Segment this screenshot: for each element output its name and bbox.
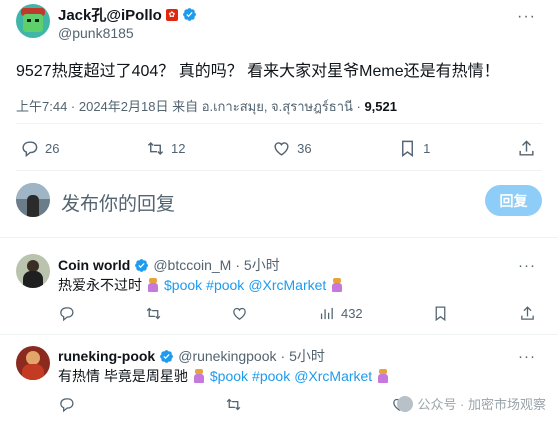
verified-badge-icon bbox=[160, 349, 174, 363]
retweet-count: 12 bbox=[171, 140, 186, 156]
bookmark-action[interactable]: 1 bbox=[398, 139, 430, 158]
reply-composer: 发布你的回复 回复 bbox=[16, 183, 542, 219]
cashtag-link[interactable]: $pook bbox=[164, 277, 202, 293]
tweet-action-bar: 26 12 36 1 bbox=[20, 137, 536, 159]
reply-action[interactable]: 26 bbox=[20, 139, 59, 158]
more-options-icon[interactable]: ··· bbox=[518, 257, 536, 274]
retweet-action[interactable]: 12 bbox=[146, 139, 186, 158]
character-emoji-icon bbox=[376, 369, 390, 383]
share-icon bbox=[521, 305, 534, 320]
reply-text: 热爱永不过时 $pook #pook @XrcMarket bbox=[58, 275, 344, 295]
author-avatar[interactable] bbox=[16, 4, 50, 38]
current-user-avatar[interactable] bbox=[16, 183, 50, 217]
tweet-timestamp[interactable]: 上午7:44 · 2024年2月18日 来自 อ.เกาะสมุย, จ.สุร… bbox=[16, 99, 364, 114]
reply-action[interactable] bbox=[58, 305, 75, 322]
like-count: 36 bbox=[297, 140, 312, 156]
reply-text: 有热情 毕竟是周星驰 $pook #pook @XrcMarket bbox=[58, 366, 390, 386]
character-emoji-icon bbox=[192, 369, 206, 383]
wechat-icon bbox=[397, 395, 414, 412]
reply-header: Coin world @btccoin_M · 5小时 bbox=[58, 255, 280, 275]
retweet-icon bbox=[147, 141, 164, 155]
reply-count: 26 bbox=[45, 140, 60, 156]
reply-icon bbox=[60, 306, 74, 321]
divider bbox=[16, 123, 542, 124]
more-options-icon[interactable]: ··· bbox=[517, 8, 536, 26]
retweet-icon bbox=[226, 398, 240, 410]
reply-action-bar: 432 bbox=[58, 303, 536, 323]
watermark-text: 公众号 · 加密市场观察 bbox=[417, 397, 546, 412]
hong-kong-flag-icon: ✿ bbox=[165, 8, 178, 21]
divider bbox=[0, 237, 558, 238]
heart-icon bbox=[274, 141, 289, 156]
reply-text-body: 热爱永不过时 bbox=[58, 277, 142, 293]
reply-icon bbox=[60, 397, 74, 412]
reply-text-body: 有热情 毕竟是周星驰 bbox=[58, 368, 188, 384]
reply-timestamp[interactable]: · 5小时 bbox=[281, 346, 325, 366]
tweet-meta: 上午7:44 · 2024年2月18日 来自 อ.เกาะสมุย, จ.สุร… bbox=[16, 96, 397, 117]
hashtag-link[interactable]: #pook bbox=[252, 368, 290, 384]
mention-link[interactable]: @XrcMarket bbox=[248, 277, 326, 293]
divider bbox=[0, 334, 558, 335]
share-action[interactable] bbox=[519, 305, 536, 322]
verified-badge-icon bbox=[135, 258, 149, 272]
bookmark-icon bbox=[402, 140, 414, 157]
bookmark-icon bbox=[435, 305, 446, 321]
reply-author-name[interactable]: Coin world bbox=[58, 257, 130, 273]
reply-header: runeking-pook @runekingpook · 5小时 bbox=[58, 346, 325, 366]
mention-link[interactable]: @XrcMarket bbox=[294, 368, 372, 384]
character-emoji-icon bbox=[146, 278, 160, 292]
views-action[interactable]: 432 bbox=[318, 305, 363, 322]
view-count: 432 bbox=[340, 305, 363, 321]
reply-action[interactable] bbox=[58, 396, 75, 413]
character-emoji-icon bbox=[330, 278, 344, 292]
reply-author-name[interactable]: runeking-pook bbox=[58, 348, 155, 364]
bookmark-count: 1 bbox=[423, 140, 431, 156]
like-action[interactable] bbox=[231, 305, 248, 322]
verified-badge-icon bbox=[182, 8, 196, 21]
reply-author-avatar[interactable] bbox=[16, 254, 50, 288]
analytics-icon bbox=[320, 307, 333, 319]
author-handle[interactable]: @punk8185 bbox=[58, 25, 134, 41]
hashtag-link[interactable]: #pook bbox=[206, 277, 244, 293]
cashtag-link[interactable]: $pook bbox=[210, 368, 248, 384]
tweet-text: 9527热度超过了404？ 真的吗？ 看来大家对星爷Meme还是有热情！ bbox=[16, 63, 500, 80]
reply-input[interactable]: 发布你的回复 bbox=[61, 189, 175, 216]
retweet-action[interactable] bbox=[145, 305, 162, 322]
reply-button[interactable]: 回复 bbox=[485, 185, 542, 216]
reply-author-handle[interactable]: @btccoin_M bbox=[153, 257, 231, 273]
more-options-icon[interactable]: ··· bbox=[518, 348, 536, 365]
heart-icon bbox=[233, 307, 247, 320]
divider bbox=[16, 170, 542, 171]
like-action[interactable]: 36 bbox=[272, 139, 312, 158]
reply-action-bar bbox=[58, 394, 408, 414]
reply-icon bbox=[22, 140, 38, 157]
reply-author-handle[interactable]: @runekingpook bbox=[178, 348, 276, 364]
retweet-icon bbox=[146, 307, 160, 319]
bookmark-action[interactable] bbox=[432, 305, 449, 322]
share-icon bbox=[519, 139, 534, 156]
view-count: 9,521 bbox=[364, 99, 397, 114]
author-name-row[interactable]: Jack孔@iPollo ✿ bbox=[58, 4, 197, 25]
share-action[interactable] bbox=[517, 139, 536, 158]
author-display-name[interactable]: Jack孔@iPollo bbox=[58, 4, 162, 25]
reply-author-avatar[interactable] bbox=[16, 346, 50, 380]
watermark: 公众号 · 加密市场观察 bbox=[397, 394, 546, 413]
reply-timestamp[interactable]: · 5小时 bbox=[235, 255, 279, 275]
retweet-action[interactable] bbox=[225, 396, 242, 413]
